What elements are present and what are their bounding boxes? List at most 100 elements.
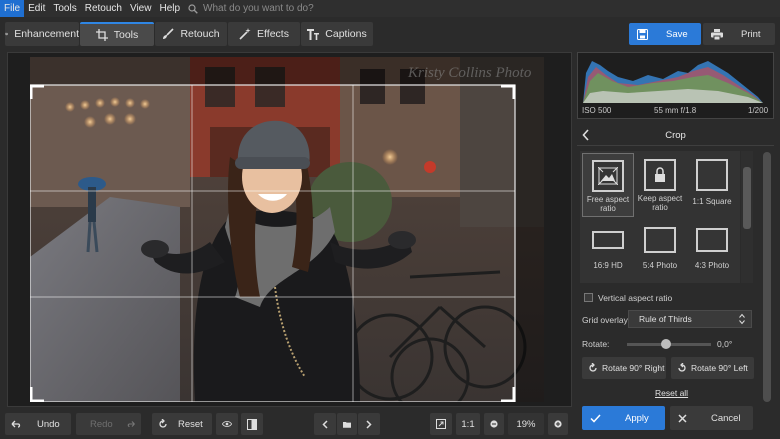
hd-ratio-icon	[592, 231, 624, 249]
menu-bar: File Edit Tools Retouch View Help What d…	[0, 0, 780, 17]
rotate-right-button[interactable]: Rotate 90° Right	[582, 357, 666, 379]
crop-icon	[95, 29, 108, 41]
panel-scroll-thumb[interactable]	[763, 152, 771, 402]
search-placeholder: What do you want to do?	[203, 3, 314, 14]
redo-label: Redo	[90, 418, 113, 430]
rotate-label: Rotate:	[582, 339, 610, 349]
ratio-5-4[interactable]: 5:4 Photo	[634, 219, 686, 283]
menu-tools[interactable]: Tools	[49, 0, 80, 17]
open-folder-button[interactable]	[337, 413, 357, 435]
next-button[interactable]	[358, 413, 380, 435]
rotate-value: 0,0°	[717, 339, 733, 349]
text-icon	[307, 28, 320, 40]
tab-enhancement[interactable]: Enhancement	[5, 22, 79, 46]
panel-scrollbar[interactable]	[762, 148, 772, 403]
grid-overlay-select[interactable]: Rule of Thirds	[628, 310, 752, 328]
menu-retouch[interactable]: Retouch	[81, 0, 126, 17]
grid-overlay-label: Grid overlay:	[582, 315, 631, 325]
photo-image[interactable]: Kristy Collins Photo	[30, 57, 544, 402]
fit-screen-icon	[436, 419, 446, 429]
reset-label: Reset	[178, 418, 203, 430]
preview-button[interactable]	[216, 413, 238, 435]
ratio-square[interactable]: 1:1 Square	[686, 153, 738, 217]
ratio-16-9[interactable]: 16:9 HD	[582, 219, 634, 283]
rotate-left-button[interactable]: Rotate 90° Left	[671, 357, 754, 379]
zoom-in-icon	[554, 420, 562, 428]
reset-icon	[159, 419, 167, 428]
tab-effects-label: Effects	[257, 28, 289, 40]
cancel-button[interactable]: Cancel	[670, 406, 753, 430]
crop-panel-header: Crop	[577, 126, 774, 146]
chevron-right-icon	[366, 419, 372, 429]
lens-value: 55 mm f/1.8	[654, 106, 697, 115]
menu-view[interactable]: View	[126, 0, 156, 17]
compare-button[interactable]	[241, 413, 263, 435]
ratio-4-3[interactable]: 4:3 Photo	[686, 219, 738, 283]
rotate-left-label: Rotate 90° Left	[691, 363, 748, 373]
ratio-keep-label: Keep aspect ratio	[637, 194, 683, 212]
ratio-square-label: 1:1 Square	[692, 197, 732, 206]
tab-enhancement-label: Enhancement	[14, 28, 79, 40]
fit-screen-button[interactable]	[430, 413, 452, 435]
zoom-level: 19%	[516, 418, 536, 430]
back-arrow-icon[interactable]	[582, 129, 590, 141]
bottom-bar: Undo Redo Reset 1:1 19%	[0, 410, 575, 439]
crop-panel-title: Crop	[665, 130, 686, 141]
tab-retouch-label: Retouch	[180, 28, 220, 40]
tab-retouch[interactable]: Retouch	[155, 22, 227, 46]
iso-value: ISO 500	[582, 106, 612, 115]
undo-label: Undo	[37, 418, 60, 430]
reset-button[interactable]: Reset	[152, 413, 212, 435]
tab-tools-label: Tools	[113, 29, 139, 41]
tab-tools[interactable]: Tools	[80, 22, 154, 46]
photo-43-ratio-icon	[696, 228, 728, 252]
ratio-scrollbar[interactable]	[741, 151, 753, 283]
actual-size-label: 1:1	[461, 418, 475, 430]
rotate-right-label: Rotate 90° Right	[602, 363, 665, 373]
printer-icon	[711, 28, 723, 40]
redo-button[interactable]: Redo	[76, 413, 141, 435]
ratio-scroll-thumb[interactable]	[743, 167, 751, 229]
rotate-right-icon	[589, 363, 597, 372]
save-label: Save	[666, 28, 688, 40]
ratio-keep[interactable]: Keep aspect ratio	[634, 153, 686, 217]
brush-icon	[163, 28, 175, 39]
check-icon	[590, 413, 601, 423]
menu-edit[interactable]: Edit	[24, 0, 49, 17]
zoom-out-button[interactable]	[484, 413, 504, 435]
menu-help[interactable]: Help	[155, 0, 184, 17]
ratio-free-label: Free aspect ratio	[586, 195, 630, 213]
undo-button[interactable]: Undo	[5, 413, 71, 435]
search-box[interactable]: What do you want to do?	[188, 3, 314, 14]
ratio-free[interactable]: Free aspect ratio	[582, 153, 634, 217]
updown-arrows-icon	[739, 313, 745, 325]
ratio-5-4-label: 5:4 Photo	[642, 261, 678, 270]
tab-captions-label: Captions	[325, 28, 367, 40]
redo-icon	[127, 421, 135, 428]
aspect-ratio-grid: Free aspect ratio Keep aspect ratio 1:1 …	[580, 151, 740, 283]
zoom-in-button[interactable]	[548, 413, 568, 435]
tab-captions[interactable]: Captions	[301, 22, 373, 46]
apply-button[interactable]: Apply	[582, 406, 665, 430]
zoom-level-field[interactable]: 19%	[508, 413, 544, 435]
save-button[interactable]: Save	[629, 23, 701, 45]
ratio-4-3-label: 4:3 Photo	[694, 261, 730, 270]
tab-effects[interactable]: Effects	[228, 22, 300, 46]
shutter-value: 1/200	[748, 106, 769, 115]
print-button[interactable]: Print	[703, 23, 775, 45]
previous-button[interactable]	[314, 413, 336, 435]
keep-aspect-icon	[644, 159, 676, 191]
rotate-slider-thumb[interactable]	[661, 339, 671, 349]
zoom-out-icon	[490, 420, 498, 428]
close-icon	[678, 413, 687, 423]
menu-file[interactable]: File	[0, 0, 25, 17]
undo-icon	[11, 420, 21, 428]
eye-icon	[222, 421, 232, 427]
actual-size-button[interactable]: 1:1	[456, 413, 480, 435]
vertical-ratio-checkbox[interactable]	[584, 293, 593, 302]
sliders-icon	[5, 32, 9, 36]
floppy-icon	[637, 28, 648, 40]
reset-all-link[interactable]: Reset all	[655, 388, 688, 398]
ratio-16-9-label: 16:9 HD	[593, 261, 623, 270]
print-label: Print	[741, 28, 761, 40]
